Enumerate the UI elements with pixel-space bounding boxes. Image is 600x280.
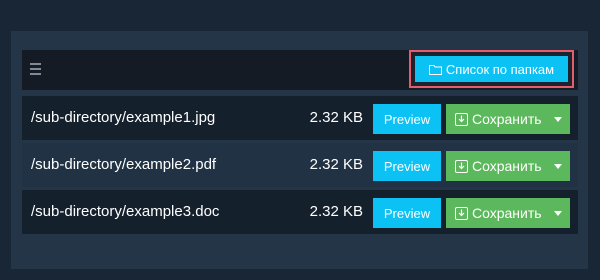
folder-list-highlight: Список по папкам bbox=[409, 50, 574, 88]
save-button-group: Сохранить bbox=[446, 104, 570, 134]
folder-icon bbox=[428, 64, 442, 75]
file-size: 2.32 KB bbox=[309, 109, 363, 126]
save-button[interactable]: Сохранить bbox=[446, 104, 546, 134]
chevron-down-icon bbox=[554, 163, 562, 169]
download-icon bbox=[455, 206, 468, 220]
file-row: /sub-directory/example3.doc 2.32 KB Prev… bbox=[22, 190, 578, 234]
hamburger-menu-icon[interactable] bbox=[30, 63, 41, 76]
file-size: 2.32 KB bbox=[309, 203, 363, 220]
file-size: 2.32 KB bbox=[309, 156, 363, 173]
file-name: /sub-directory/example1.jpg bbox=[31, 109, 216, 126]
save-button[interactable]: Сохранить bbox=[446, 198, 546, 228]
save-dropdown-toggle[interactable] bbox=[546, 151, 570, 181]
save-label: Сохранить bbox=[472, 205, 542, 221]
save-button[interactable]: Сохранить bbox=[446, 151, 546, 181]
preview-button[interactable]: Preview bbox=[373, 104, 441, 134]
save-label: Сохранить bbox=[472, 111, 542, 127]
save-dropdown-toggle[interactable] bbox=[546, 198, 570, 228]
save-label: Сохранить bbox=[472, 158, 542, 174]
download-icon bbox=[455, 112, 468, 126]
preview-button[interactable]: Preview bbox=[373, 151, 441, 181]
file-name: /sub-directory/example2.pdf bbox=[31, 156, 217, 173]
download-icon bbox=[455, 159, 468, 173]
save-dropdown-toggle[interactable] bbox=[546, 104, 570, 134]
folder-list-label: Список по папкам bbox=[445, 61, 555, 77]
toolbar: Список по папкам bbox=[22, 50, 578, 90]
file-row: /sub-directory/example1.jpg 2.32 KB Prev… bbox=[22, 96, 578, 140]
chevron-down-icon bbox=[554, 210, 562, 216]
preview-button[interactable]: Preview bbox=[373, 198, 441, 228]
save-button-group: Сохранить bbox=[446, 151, 570, 181]
save-button-group: Сохранить bbox=[446, 198, 570, 228]
file-name: /sub-directory/example3.doc bbox=[31, 203, 220, 220]
file-row: /sub-directory/example2.pdf 2.32 KB Prev… bbox=[22, 143, 578, 187]
chevron-down-icon bbox=[554, 116, 562, 122]
folder-list-button[interactable]: Список по папкам bbox=[415, 56, 568, 82]
